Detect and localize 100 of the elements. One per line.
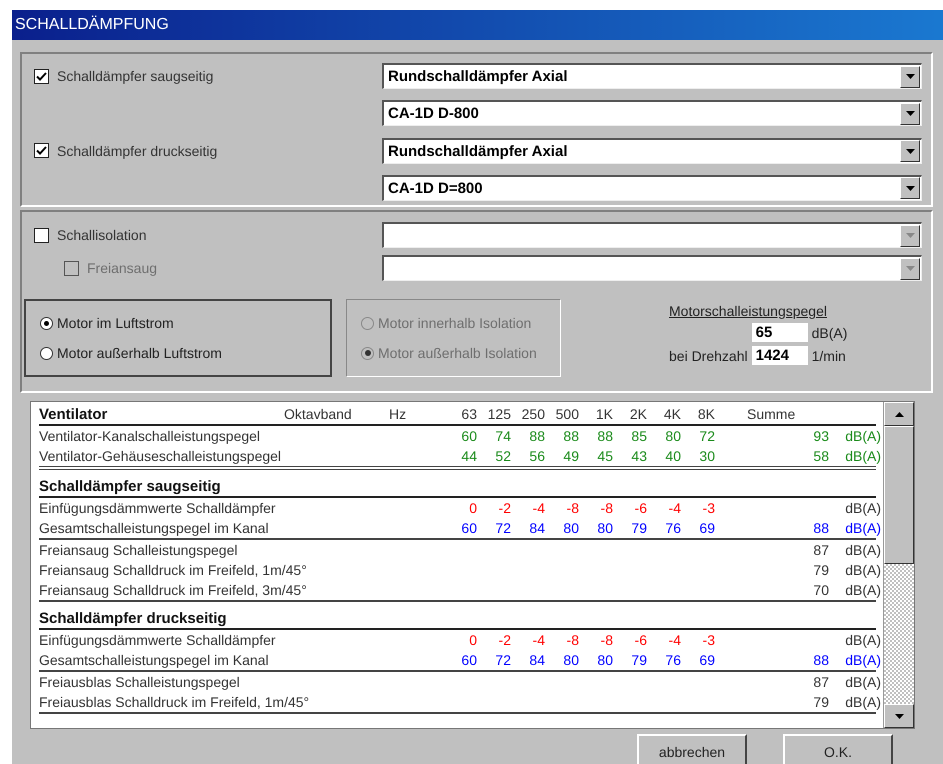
table-cell-text: 85 [630, 428, 648, 444]
table-cell-text: 84 [528, 520, 546, 536]
window-title: SCHALLDÄMPFUNG [12, 10, 943, 40]
unit-label: dB(A) [844, 448, 881, 464]
table-cell-text: 80 [562, 520, 580, 536]
section-title: Motorschalleistungspegel [669, 302, 828, 319]
ok-button[interactable]: O.K. [783, 734, 893, 764]
table-cell-text: 79 [630, 520, 648, 536]
table-cell-text: 70 [812, 582, 830, 598]
checkbox-label: Schallisolation [57, 227, 146, 243]
radio-label: Motor im Luftstrom [57, 315, 174, 331]
table-cell-text: 93 [812, 428, 830, 444]
table-cell-text: 76 [664, 652, 682, 668]
unit-label: dB(A) [844, 694, 881, 710]
unit-label: dB(A) [844, 652, 881, 668]
table-cell-text: -3 [702, 632, 716, 648]
column-header: Oktavband [284, 406, 353, 422]
field-label: bei Drehzahl [669, 348, 748, 364]
table-cell-text: -8 [566, 500, 580, 516]
table-cell-text: 87 [812, 542, 830, 558]
table-cell-text: -4 [532, 632, 546, 648]
column-header: 250 [520, 406, 546, 422]
scrollbar[interactable] [883, 402, 914, 728]
table-cell-text: -2 [498, 632, 512, 648]
table-cell-text: 88 [528, 428, 546, 444]
dropdown[interactable]: Rundschalldämpfer Axial [382, 63, 922, 89]
row-label: Ventilator-Gehäuseschalleistungspegel [39, 448, 282, 464]
input-field[interactable]: 1424 [752, 346, 808, 365]
checkbox[interactable] [34, 68, 49, 84]
row-label: Freiausblas Schalldruck im Freifeld, 1m/45° [39, 694, 310, 710]
table-cell-text: 72 [698, 428, 716, 444]
table-cell-text: 58 [812, 448, 830, 464]
radio-button[interactable] [40, 346, 53, 360]
row-label: Ventilator-Kanalschalleistungspegel [39, 428, 262, 444]
dropdown-value: Rundschalldämpfer Axial [388, 68, 568, 85]
table-cell-text: 84 [528, 652, 546, 668]
table-cell-text: 60 [460, 652, 478, 668]
dropdown[interactable]: CA-1D D=800 [382, 174, 922, 201]
unit-label: dB(A) [844, 562, 881, 578]
table-cell-text: 74 [494, 428, 512, 444]
radio-label: Motor außerhalb Luftstrom [57, 345, 222, 361]
checkbox[interactable] [34, 228, 49, 242]
table-cell-text: 88 [812, 520, 830, 536]
row-label: Freiansaug Schalldruck im Freifeld, 3m/45° [39, 582, 308, 598]
table-cell-text: 60 [460, 428, 478, 444]
table-cell-text: 88 [812, 652, 830, 668]
radio-label: Motor innerhalb Isolation [378, 315, 532, 331]
table-cell-text: 49 [562, 448, 580, 464]
row-label: Gesamtschalleistungspegel im Kanal [39, 520, 270, 536]
dropdown[interactable]: Rundschalldämpfer Axial [382, 138, 922, 164]
table-cell-text: 80 [596, 652, 614, 668]
radio-button[interactable] [40, 316, 53, 330]
table-cell-text: 52 [494, 448, 512, 464]
table-cell-text: 72 [494, 652, 512, 668]
table-cell-text: 69 [698, 652, 716, 668]
section-title: Schalldämpfer saugseitig [39, 478, 222, 494]
table-cell-text: -2 [498, 500, 512, 516]
row-label: Freiausblas Schalleistungspegel [39, 674, 241, 690]
checkbox[interactable] [34, 143, 49, 158]
table-cell-text: -8 [600, 632, 614, 648]
table-cell-text: 43 [630, 448, 648, 464]
section-title: Ventilator [39, 406, 108, 422]
dropdown-value: CA-1D D-800 [388, 105, 480, 122]
table-cell-text: -4 [668, 632, 682, 648]
row-label: Gesamtschalleistungspegel im Kanal [39, 652, 270, 668]
table-cell-text: 79 [812, 562, 830, 578]
table-cell-text: -4 [532, 500, 546, 516]
table-cell-text: 0 [468, 500, 478, 516]
section-title: Schalldämpfer druckseitig [39, 610, 228, 626]
table-cell-text: 79 [630, 652, 648, 668]
table-cell-text: 80 [596, 520, 614, 536]
dropdown[interactable]: CA-1D D-800 [382, 100, 922, 126]
checkbox-label: Freiansaug [87, 260, 158, 276]
table-cell-text: 76 [664, 520, 682, 536]
unit-label: dB(A) [844, 542, 881, 558]
table-cell-text: 44 [460, 448, 478, 464]
cancel-button[interactable]: abbrechen [637, 734, 747, 764]
table-cell-text: -3 [702, 500, 716, 516]
column-header: 500 [554, 406, 580, 422]
dropdown-value: Rundschalldämpfer Axial [388, 142, 568, 160]
column-header: Hz [389, 406, 408, 422]
table-cell-text: 56 [528, 448, 546, 464]
unit-label: dB(A) [812, 324, 848, 340]
row-label: Freiansaug Schalleistungspegel [39, 542, 238, 558]
checkbox-label: Schalldämpfer saugseitig [57, 68, 214, 84]
column-header: 8K [696, 406, 716, 422]
unit-label: dB(A) [844, 428, 881, 444]
input-field[interactable]: 65 [752, 323, 808, 342]
unit-label: dB(A) [844, 674, 881, 690]
table-cell-text: 30 [698, 448, 716, 464]
unit-label: dB(A) [844, 500, 881, 516]
table-cell-text: -4 [668, 500, 682, 516]
row-label: Freiansaug Schalldruck im Freifeld, 1m/45° [39, 562, 308, 578]
row-label: Einfügungsdämmwerte Schalldämpfer [39, 500, 277, 516]
table-cell-text: 72 [494, 520, 512, 536]
table-cell-text: -8 [566, 632, 580, 648]
unit-label: 1/min [812, 348, 847, 364]
scroll-thumb[interactable] [884, 426, 914, 564]
table-cell-text: 45 [596, 448, 614, 464]
unit-label: dB(A) [844, 632, 881, 648]
